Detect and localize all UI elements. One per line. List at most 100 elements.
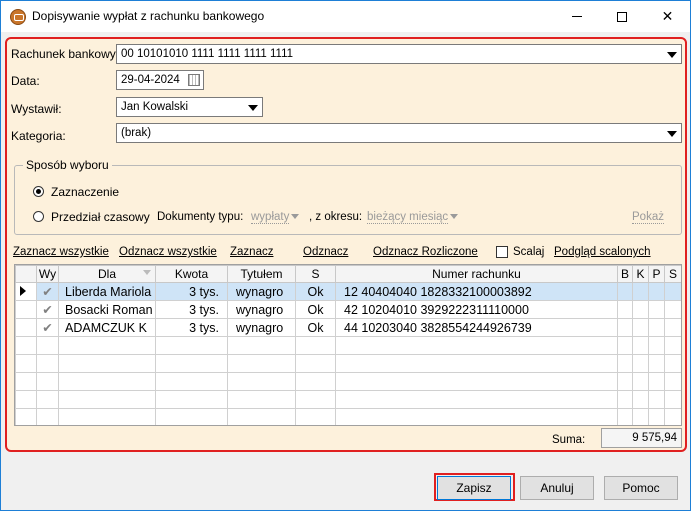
cell-numer: 42 10204010 3929222311110000 bbox=[335, 300, 618, 319]
empty-row bbox=[15, 408, 681, 425]
row-checkbox[interactable]: ✔ bbox=[36, 300, 59, 319]
cell-p bbox=[648, 282, 665, 301]
cell-kwota: 3 tys. bbox=[155, 282, 228, 301]
chevron-down-icon bbox=[248, 105, 258, 111]
chevron-down-icon bbox=[667, 131, 677, 137]
table-row[interactable]: ✔ ADAMCZUK K 3 tys. wynagro Ok 44 102030… bbox=[15, 318, 681, 337]
help-button[interactable]: Pomoc bbox=[604, 476, 678, 500]
preview-merged-link[interactable]: Podgląd scalonych bbox=[554, 246, 651, 258]
cell-kwota: 3 tys. bbox=[155, 300, 228, 319]
cell-kwota: 3 tys. bbox=[155, 318, 228, 337]
maximize-icon bbox=[616, 11, 627, 22]
minimize-button[interactable] bbox=[554, 1, 599, 32]
empty-row bbox=[15, 354, 681, 373]
deselect-settled-link[interactable]: Odznacz Rozliczone bbox=[373, 246, 478, 258]
cell-b bbox=[617, 318, 633, 337]
table-row[interactable]: ✔ Liberda Mariola 3 tys. wynagro Ok 12 4… bbox=[15, 282, 681, 301]
table-row[interactable]: ✔ Bosacki Roman 3 tys. wynagro Ok 42 102… bbox=[15, 300, 681, 319]
app-icon bbox=[10, 9, 26, 25]
cell-s2 bbox=[664, 300, 681, 319]
cell-tytulem: wynagro bbox=[227, 282, 296, 301]
radio-selection-label[interactable]: Zaznaczenie bbox=[51, 185, 119, 199]
window-title: Dopisywanie wypłat z rachunku bankowego bbox=[32, 9, 265, 23]
header-b[interactable]: B bbox=[617, 265, 633, 283]
deselect-link[interactable]: Odznacz bbox=[303, 246, 348, 258]
cell-k bbox=[632, 300, 649, 319]
select-link[interactable]: Zaznacz bbox=[230, 246, 273, 258]
category-combo[interactable]: (brak) bbox=[116, 123, 682, 143]
header-dla[interactable]: Dla bbox=[58, 265, 156, 283]
show-button[interactable]: Pokaż bbox=[632, 211, 664, 224]
empty-row bbox=[15, 336, 681, 355]
period-dropdown[interactable]: bieżący miesiąc bbox=[367, 211, 459, 224]
cell-status: Ok bbox=[295, 300, 336, 319]
sort-icon bbox=[143, 270, 151, 275]
cell-p bbox=[648, 300, 665, 319]
radio-period-label[interactable]: Przedział czasowy bbox=[51, 210, 150, 224]
header-s[interactable]: S bbox=[295, 265, 336, 283]
merge-checkbox[interactable] bbox=[496, 246, 508, 258]
sum-value: 9 575,94 bbox=[601, 428, 682, 448]
cell-k bbox=[632, 318, 649, 337]
radio-selection[interactable] bbox=[33, 186, 44, 197]
period-value: bieżący miesiąc bbox=[367, 211, 449, 224]
empty-row bbox=[15, 390, 681, 409]
group-title: Sposób wyboru bbox=[23, 158, 112, 172]
row-indicator bbox=[15, 282, 37, 301]
cell-s2 bbox=[664, 282, 681, 301]
row-checkbox[interactable]: ✔ bbox=[36, 282, 59, 301]
cell-k bbox=[632, 282, 649, 301]
cell-numer: 12 40404040 1828332100003892 bbox=[335, 282, 618, 301]
payments-table[interactable]: Wy Dla Kwota Tytułem S Numer rachunku B … bbox=[14, 264, 682, 426]
header-dla-label: Dla bbox=[97, 267, 116, 281]
issuer-combo[interactable]: Jan Kowalski bbox=[116, 97, 263, 117]
cell-dla: Liberda Mariola bbox=[58, 282, 156, 301]
maximize-button[interactable] bbox=[599, 1, 644, 32]
category-value: (brak) bbox=[121, 127, 152, 139]
selection-mode-group: Sposób wyboru Zaznaczenie Przedział czas… bbox=[14, 158, 682, 235]
bank-account-combo[interactable]: 00 10101010 1111 1111 1111 1111 bbox=[116, 44, 682, 64]
radio-period[interactable] bbox=[33, 211, 44, 222]
row-checkbox[interactable]: ✔ bbox=[36, 318, 59, 337]
cell-b bbox=[617, 282, 633, 301]
title-bar: Dopisywanie wypłat z rachunku bankowego … bbox=[1, 1, 690, 32]
header-tytulem[interactable]: Tytułem bbox=[227, 265, 296, 283]
date-field[interactable]: 29-04-2024 bbox=[116, 70, 204, 90]
cell-tytulem: wynagro bbox=[227, 318, 296, 337]
header-p[interactable]: P bbox=[648, 265, 665, 283]
header-kwota[interactable]: Kwota bbox=[155, 265, 228, 283]
empty-row bbox=[15, 372, 681, 391]
cell-numer: 44 10203040 3828554244926739 bbox=[335, 318, 618, 337]
category-label: Kategoria: bbox=[11, 129, 66, 143]
cell-b bbox=[617, 300, 633, 319]
close-button[interactable]: ✕ bbox=[645, 1, 690, 32]
cell-dla: ADAMCZUK K bbox=[58, 318, 156, 337]
cell-tytulem: wynagro bbox=[227, 300, 296, 319]
header-wy[interactable]: Wy bbox=[36, 265, 59, 283]
deselect-all-link[interactable]: Odznacz wszystkie bbox=[119, 246, 217, 258]
cell-status: Ok bbox=[295, 282, 336, 301]
cell-p bbox=[648, 318, 665, 337]
bank-account-label: Rachunek bankowy: bbox=[11, 47, 120, 61]
calendar-icon[interactable] bbox=[188, 74, 200, 86]
doc-type-label: Dokumenty typu: bbox=[157, 211, 244, 223]
doc-type-dropdown[interactable]: wypłaty bbox=[251, 211, 300, 224]
header-k[interactable]: K bbox=[632, 265, 649, 283]
period-label: , z okresu: bbox=[309, 211, 363, 223]
cancel-button[interactable]: Anuluj bbox=[520, 476, 594, 500]
chevron-down-icon bbox=[450, 214, 459, 220]
header-s2[interactable]: S bbox=[664, 265, 681, 283]
row-indicator bbox=[15, 318, 37, 337]
cell-s2 bbox=[664, 318, 681, 337]
date-value: 29-04-2024 bbox=[121, 74, 180, 86]
doc-type-value: wypłaty bbox=[251, 211, 290, 224]
sum-label: Suma: bbox=[552, 434, 586, 446]
close-icon: ✕ bbox=[661, 8, 674, 24]
save-button[interactable]: Zapisz bbox=[437, 476, 511, 500]
row-pointer-icon bbox=[20, 285, 26, 296]
chevron-down-icon bbox=[291, 214, 300, 220]
merge-label[interactable]: Scalaj bbox=[513, 246, 544, 258]
select-all-link[interactable]: Zaznacz wszystkie bbox=[13, 246, 109, 258]
header-numer-rachunku[interactable]: Numer rachunku bbox=[335, 265, 618, 283]
row-indicator bbox=[15, 300, 37, 319]
